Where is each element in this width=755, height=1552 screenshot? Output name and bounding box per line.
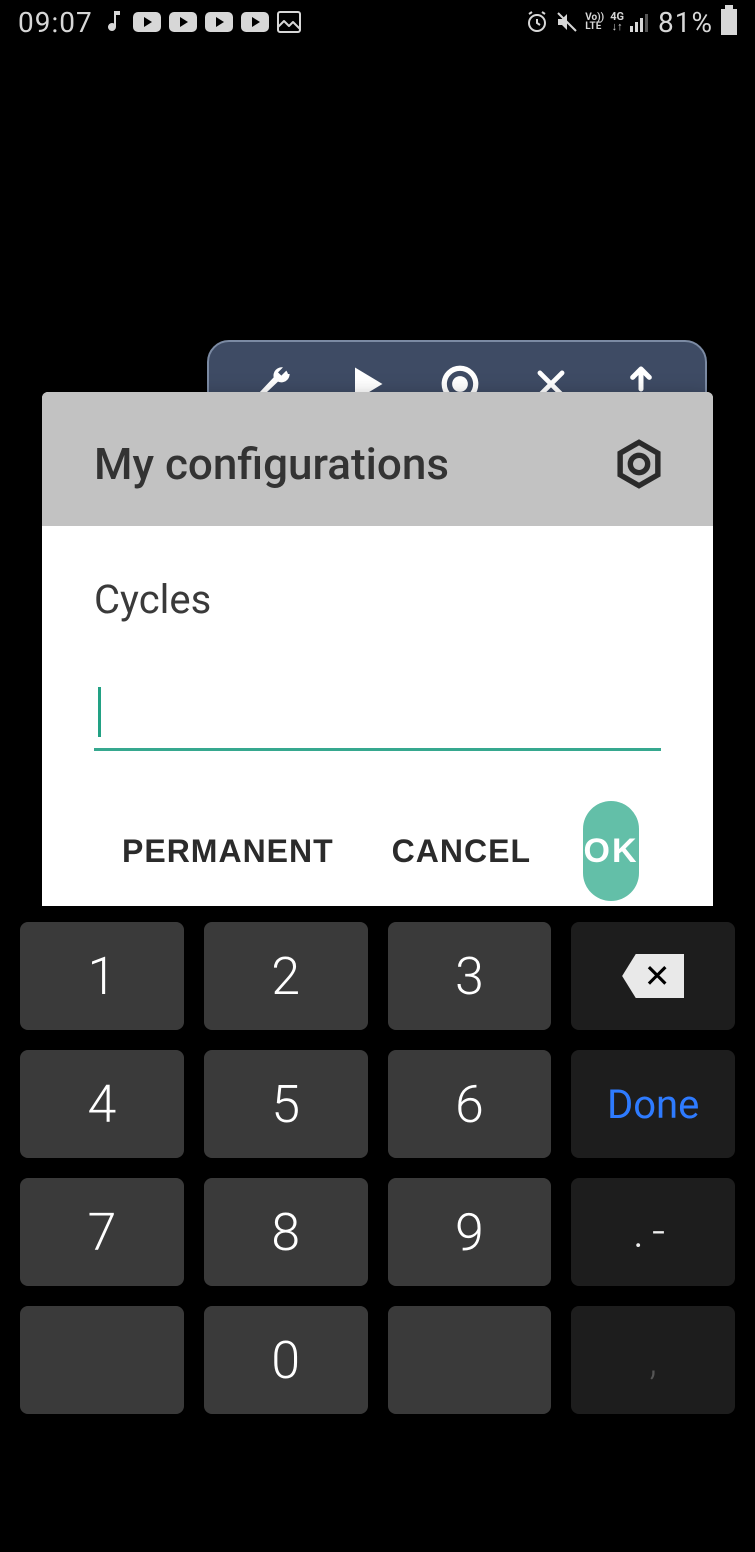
key-8[interactable]: 8: [204, 1178, 368, 1286]
key-3[interactable]: 3: [388, 922, 552, 1030]
status-bar: 09:07 Vo))LTE 4G↓↑ 81%: [0, 0, 755, 44]
battery-percent: 81%: [658, 6, 713, 39]
key-9[interactable]: 9: [388, 1178, 552, 1286]
key-comma[interactable]: ,: [571, 1306, 735, 1414]
key-blank-left[interactable]: [20, 1306, 184, 1414]
key-backspace[interactable]: ✕: [571, 922, 735, 1030]
image-icon: [277, 11, 301, 33]
key-1[interactable]: 1: [20, 922, 184, 1030]
battery-icon: [721, 9, 737, 35]
key-blank-right[interactable]: [388, 1306, 552, 1414]
signal-icon: [630, 12, 652, 32]
key-done[interactable]: Done: [571, 1050, 735, 1158]
youtube-icon: [241, 12, 269, 32]
status-bar-left: 09:07: [18, 6, 301, 39]
ok-button[interactable]: OK: [583, 801, 639, 901]
youtube-icon: [133, 12, 161, 32]
dialog-header: My configurations: [42, 392, 713, 526]
status-bar-right: Vo))LTE 4G↓↑ 81%: [525, 6, 737, 39]
cycles-input[interactable]: [94, 679, 661, 751]
dialog: My configurations Cycles PERMANENT CANCE…: [42, 392, 713, 975]
cycles-label: Cycles: [94, 576, 661, 623]
numeric-keypad: 1 2 3 ✕ 4 5 6 Done 7 8 9 .- 0 ,: [0, 906, 755, 1552]
key-5[interactable]: 5: [204, 1050, 368, 1158]
volte-icon: Vo))LTE: [585, 13, 604, 31]
key-2[interactable]: 2: [204, 922, 368, 1030]
backspace-icon: ✕: [622, 954, 684, 998]
music-note-icon: [107, 11, 125, 33]
cancel-button[interactable]: CANCEL: [386, 819, 537, 884]
text-caret: [98, 687, 101, 737]
key-7[interactable]: 7: [20, 1178, 184, 1286]
key-4[interactable]: 4: [20, 1050, 184, 1158]
4g-icon: 4G↓↑: [610, 12, 624, 32]
gear-icon[interactable]: [613, 438, 665, 490]
key-6[interactable]: 6: [388, 1050, 552, 1158]
permanent-button[interactable]: PERMANENT: [116, 819, 340, 884]
status-time: 09:07: [18, 6, 93, 39]
youtube-icon: [205, 12, 233, 32]
key-punct[interactable]: .-: [571, 1178, 735, 1286]
dialog-title: My configurations: [94, 438, 449, 490]
mute-icon: [555, 10, 579, 34]
alarm-icon: [525, 10, 549, 34]
youtube-icon: [169, 12, 197, 32]
key-0[interactable]: 0: [204, 1306, 368, 1414]
